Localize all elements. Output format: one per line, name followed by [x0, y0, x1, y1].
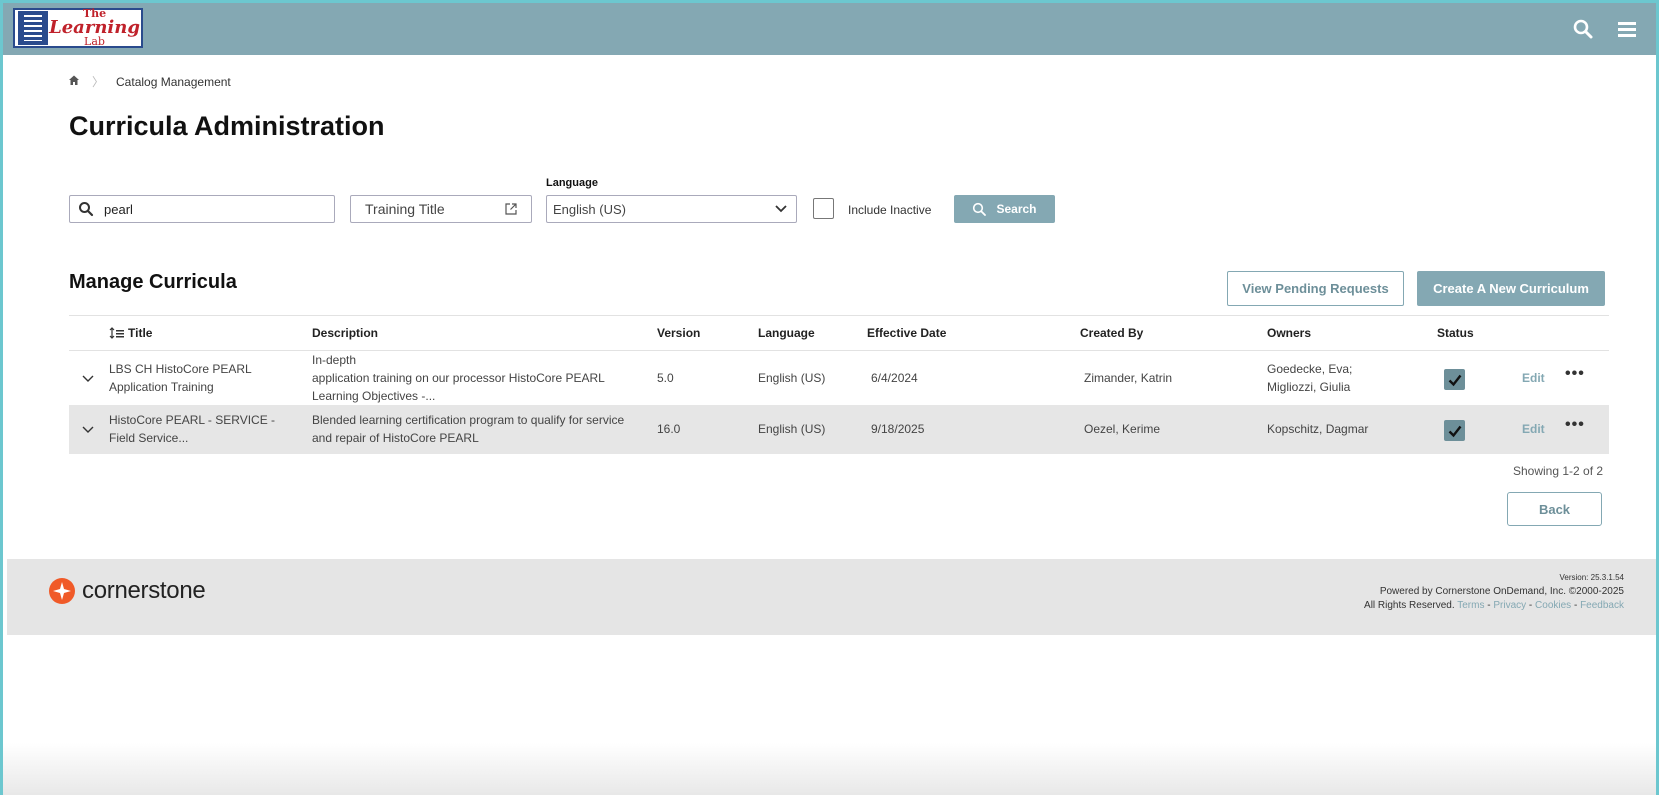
logo-text: The Learning Lab	[48, 8, 141, 48]
footer-links: All Rights Reserved. Terms - Privacy - C…	[1364, 600, 1624, 611]
column-owners: Owners	[1267, 326, 1312, 340]
active-status-checkbox[interactable]	[1444, 369, 1465, 390]
keyword-search-input[interactable]	[102, 200, 306, 218]
row-title[interactable]: HistoCore PEARL - SERVICE - Field Servic…	[109, 411, 304, 447]
edit-link[interactable]: Edit	[1522, 422, 1545, 436]
footer-legal: Version: 25.3.1.54 Powered by Cornerston…	[1364, 571, 1624, 613]
training-title-picker[interactable]: Training Title	[350, 195, 532, 223]
page-title: Curricula Administration	[69, 111, 385, 141]
search-icon	[972, 202, 987, 216]
chevron-down-icon	[774, 204, 788, 214]
checkmark-icon	[1448, 425, 1461, 437]
search-button-label: Search	[996, 202, 1037, 216]
create-new-curriculum-button[interactable]: Create A New Curriculum	[1417, 271, 1605, 306]
language-label: Language	[546, 177, 598, 189]
row-title[interactable]: LBS CH HistoCore PEARL Application Train…	[109, 360, 309, 396]
column-language: Language	[758, 326, 815, 340]
column-title-label: Title	[128, 326, 153, 340]
column-version: Version	[657, 326, 701, 340]
expand-chevron-icon[interactable]	[81, 371, 95, 385]
feedback-link[interactable]: Feedback	[1580, 600, 1624, 611]
training-title-label: Training Title	[365, 201, 445, 217]
cornerstone-logo-icon	[49, 578, 75, 604]
language-select[interactable]: English (US)	[546, 195, 797, 223]
row-effective-date: 9/18/2025	[871, 422, 925, 436]
table-row: HistoCore PEARL - SERVICE - Field Servic…	[69, 405, 1609, 454]
view-pending-requests-button[interactable]: View Pending Requests	[1227, 271, 1404, 306]
cookies-link[interactable]: Cookies	[1535, 600, 1571, 611]
privacy-link[interactable]: Privacy	[1493, 600, 1526, 611]
include-inactive-label: Include Inactive	[848, 203, 932, 217]
row-owners: Kopschitz, Dagmar	[1267, 422, 1369, 436]
footer: cornerstone Version: 25.3.1.54 Powered b…	[7, 559, 1656, 635]
search-icon[interactable]	[1571, 17, 1595, 41]
book-icon	[18, 11, 48, 45]
cornerstone-logo: cornerstone	[48, 577, 206, 605]
terms-link[interactable]: Terms	[1457, 600, 1484, 611]
results-count: Showing 1-2 of 2	[1513, 464, 1604, 478]
column-effective-date: Effective Date	[867, 326, 947, 340]
column-status: Status	[1437, 326, 1474, 340]
row-version: 16.0	[657, 422, 681, 436]
cornerstone-wordmark: cornerstone	[82, 577, 206, 604]
back-button[interactable]: Back	[1507, 492, 1602, 526]
chevron-right-icon: 〉	[92, 75, 105, 89]
top-bar: The Learning Lab	[3, 3, 1656, 55]
learning-lab-logo[interactable]: The Learning Lab	[13, 8, 143, 48]
language-select-value: English (US)	[553, 201, 626, 217]
table-row: LBS CH HistoCore PEARL Application Train…	[69, 351, 1609, 405]
row-effective-date: 6/4/2024	[871, 371, 918, 385]
breadcrumb: 〉 Catalog Management	[68, 73, 231, 90]
row-description: Blended learning certification program t…	[312, 413, 625, 445]
more-options-icon[interactable]: •••	[1565, 416, 1585, 434]
row-created-by: Zimander, Katrin	[1084, 371, 1173, 385]
breadcrumb-catalog-management[interactable]: Catalog Management	[116, 75, 231, 89]
hamburger-menu-icon[interactable]	[1615, 17, 1639, 41]
row-language: English (US)	[758, 371, 826, 385]
more-options-icon[interactable]: •••	[1565, 365, 1585, 383]
column-created-by: Created By	[1080, 326, 1144, 340]
column-title[interactable]: Title	[109, 326, 152, 340]
checkmark-icon	[1448, 374, 1461, 386]
page-bottom-area	[3, 743, 1656, 795]
curricula-table: Title Description Version Language Effec…	[69, 315, 1609, 454]
row-description: In-depth application training on our pro…	[312, 353, 605, 403]
rights-text: All Rights Reserved.	[1364, 600, 1455, 611]
edit-link[interactable]: Edit	[1522, 371, 1545, 385]
row-owners: Goedecke, Eva; Migliozzi, Giulia	[1267, 362, 1353, 394]
manage-curricula-heading: Manage Curricula	[69, 271, 237, 293]
logo-line-2: Learning	[49, 17, 140, 38]
row-language: English (US)	[758, 422, 826, 436]
search-button[interactable]: Search	[954, 195, 1055, 223]
row-version: 5.0	[657, 371, 674, 385]
expand-chevron-icon[interactable]	[81, 422, 95, 436]
column-description: Description	[312, 326, 379, 340]
active-status-checkbox[interactable]	[1444, 420, 1465, 441]
keyword-search-field[interactable]	[69, 195, 335, 223]
powered-by-text: Powered by Cornerstone OnDemand, Inc. ©2…	[1379, 586, 1624, 597]
row-created-by: Oezel, Kerime	[1084, 422, 1161, 436]
include-inactive-checkbox[interactable]	[813, 198, 834, 219]
version-text: Version: 25.3.1.54	[1559, 573, 1625, 582]
table-header: Title Description Version Language Effec…	[69, 315, 1609, 351]
home-icon[interactable]	[68, 74, 80, 89]
external-link-icon	[505, 203, 517, 215]
sort-icon	[109, 327, 125, 339]
search-icon	[78, 201, 94, 217]
